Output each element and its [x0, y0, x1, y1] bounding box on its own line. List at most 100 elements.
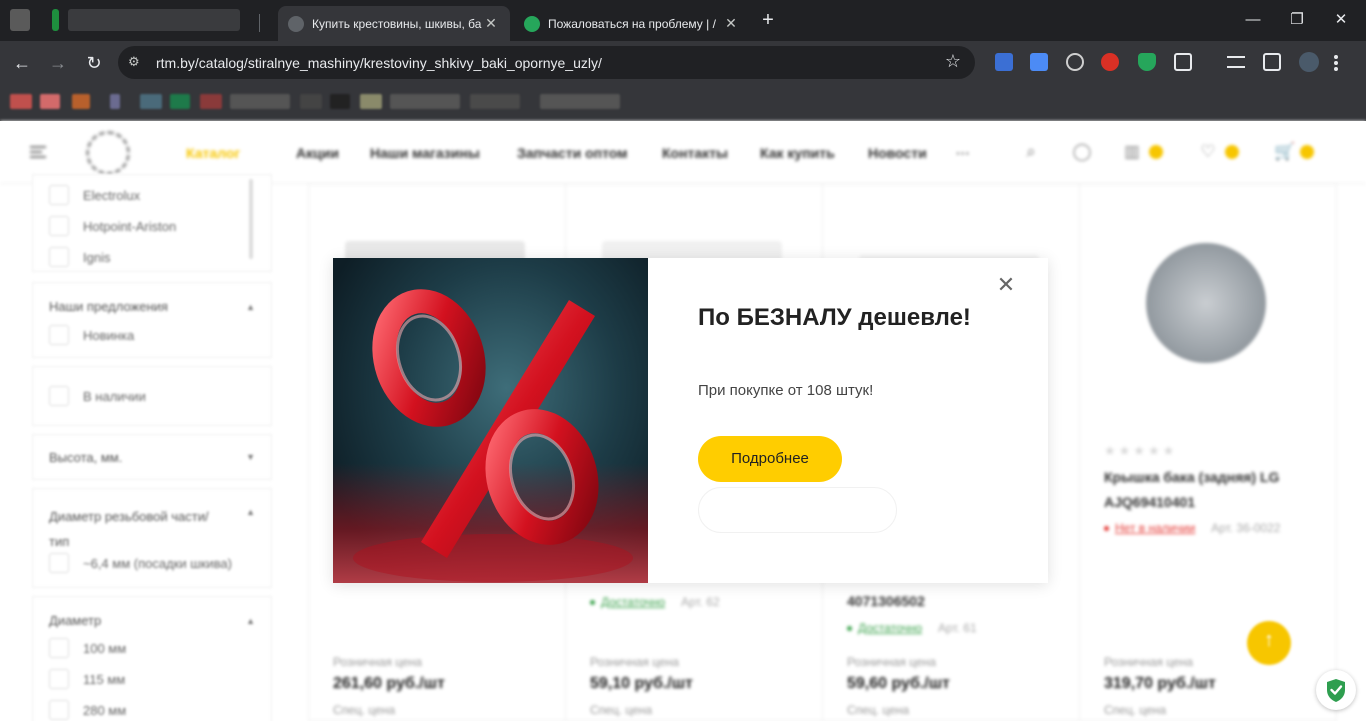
collapse-caret-icon[interactable]: ▲	[246, 302, 255, 312]
bookmark-item[interactable]	[110, 94, 120, 109]
modal-subtitle: При покупке от 108 штук!	[698, 382, 874, 399]
password-manager-icon[interactable]	[995, 53, 1013, 71]
url-text[interactable]: rtm.by/catalog/stiralnye_mashiny/krestov…	[156, 55, 602, 71]
rating-stars[interactable]: ★★★★★	[1104, 443, 1177, 459]
shield-extension-button[interactable]	[1316, 670, 1356, 710]
favorites-icon[interactable]: ♡	[1198, 142, 1218, 162]
bookmark-star-icon[interactable]: ☆	[945, 51, 961, 72]
vpn-icon[interactable]	[1066, 53, 1084, 71]
window-close-button[interactable]: ✕	[1329, 8, 1353, 32]
site-logo[interactable]	[86, 131, 130, 175]
address-bar[interactable]: ⚙ rtm.by/catalog/stiralnye_mashiny/krest…	[118, 46, 975, 79]
filter-option[interactable]: 280 мм	[49, 700, 126, 720]
product-card[interactable]: ★★★★★ Крышка бака (задняя) LG AJQ6941040…	[1079, 184, 1337, 721]
bookmark-item[interactable]	[390, 94, 460, 109]
collapse-caret-icon[interactable]: ▲	[246, 616, 255, 626]
compare-icon[interactable]: ▥	[1122, 142, 1142, 162]
bookmark-item[interactable]	[72, 94, 90, 109]
new-tab-button[interactable]: +	[757, 9, 779, 31]
tab-close-icon[interactable]: ✕	[722, 15, 740, 32]
minimize-button[interactable]: —	[1241, 8, 1265, 32]
media-icon[interactable]	[1227, 56, 1245, 68]
sidebar-icon[interactable]	[1263, 53, 1281, 71]
filter-option[interactable]: Ignis	[49, 247, 110, 267]
stock-label[interactable]: Нет в наличии	[1115, 521, 1195, 535]
checkbox[interactable]	[49, 669, 69, 689]
filter-title[interactable]: Диаметр	[49, 613, 101, 628]
nav-contacts[interactable]: Контакты	[662, 145, 728, 161]
shield-icon[interactable]	[1138, 53, 1156, 71]
modal-close-icon[interactable]: ✕	[996, 274, 1016, 296]
nav-news[interactable]: Новости	[868, 145, 927, 161]
stock-label[interactable]: Достаточно	[601, 595, 665, 609]
filter-option[interactable]: Новинка	[49, 325, 134, 345]
secondary-button[interactable]	[698, 487, 897, 533]
filter-option[interactable]: Hotpoint-Ariston	[49, 216, 176, 236]
more-details-button[interactable]: Подробнее	[698, 436, 842, 482]
stock-dot	[1104, 526, 1109, 532]
bookmark-item[interactable]	[330, 94, 350, 109]
account-icon[interactable]: ◯	[1072, 142, 1092, 162]
product-name[interactable]: Крышка бака (задняя) LG AJQ69410401	[1104, 465, 1314, 515]
bookmark-item[interactable]	[40, 94, 60, 109]
filter-option[interactable]: 100 мм	[49, 638, 126, 658]
nav-wholesale[interactable]: Запчасти оптом	[517, 145, 627, 161]
nav-catalog[interactable]: Каталог	[186, 145, 240, 161]
checkbox[interactable]	[49, 185, 69, 205]
checkbox[interactable]	[49, 553, 69, 573]
bookmark-item[interactable]	[360, 94, 382, 109]
collapse-caret-icon[interactable]: ▲	[246, 507, 255, 517]
bookmark-item[interactable]	[200, 94, 222, 109]
expand-caret-icon[interactable]: ▼	[246, 452, 255, 462]
checkbox[interactable]	[49, 638, 69, 658]
bookmark-item[interactable]	[300, 94, 322, 109]
bookmark-item[interactable]	[230, 94, 290, 109]
checkbox[interactable]	[49, 216, 69, 236]
bookmark-item[interactable]	[470, 94, 520, 109]
filter-option[interactable]: В наличии	[49, 386, 146, 406]
bookmark-item[interactable]	[140, 94, 162, 109]
translate-icon[interactable]	[1030, 53, 1048, 71]
back-button[interactable]: ←	[9, 50, 35, 76]
tab-active[interactable]: Купить крестовины, шкивы, ба ✕	[278, 6, 510, 41]
menu-burger-icon[interactable]	[30, 146, 46, 158]
puzzle-icon[interactable]	[1174, 53, 1192, 71]
bookmark-item[interactable]	[10, 94, 32, 109]
filter-option[interactable]: 115 мм	[49, 669, 125, 689]
bookmark-item[interactable]	[540, 94, 620, 109]
reload-button[interactable]: ↻	[81, 50, 107, 76]
product-name[interactable]: 4071306502	[847, 589, 1057, 614]
filter-option[interactable]: ~6,4 мм (посадки шкива)	[49, 553, 232, 573]
product-image[interactable]	[1146, 243, 1266, 363]
filter-option-label: В наличии	[83, 388, 146, 404]
blurred-tab-favicon[interactable]	[52, 9, 59, 31]
filter-title[interactable]: Высота, мм.	[49, 450, 122, 465]
site-info-icon[interactable]: ⚙	[128, 54, 146, 70]
checkbox[interactable]	[49, 325, 69, 345]
filter-scrollbar[interactable]	[249, 179, 253, 259]
nav-more-icon[interactable]: ···	[956, 145, 970, 161]
stock-label[interactable]: Достаточно	[858, 621, 922, 635]
forward-button[interactable]: →	[45, 50, 71, 76]
blurred-tab-title[interactable]	[68, 9, 240, 31]
nav-promotions[interactable]: Акции	[296, 145, 339, 161]
tab-close-icon[interactable]: ✕	[482, 15, 500, 32]
profile-icon[interactable]	[1299, 52, 1319, 72]
tab-inactive[interactable]: Пожаловаться на проблему | / ✕	[514, 6, 750, 41]
nav-how-to-buy[interactable]: Как купить	[760, 145, 835, 161]
scroll-to-top-button[interactable]	[1247, 621, 1291, 665]
search-icon[interactable]: ⌕	[1021, 142, 1041, 162]
menu-icon[interactable]	[1334, 55, 1338, 71]
checkbox[interactable]	[49, 386, 69, 406]
filter-option[interactable]: Electrolux	[49, 185, 140, 205]
filter-title[interactable]: Диаметр резьбовой части/тип	[49, 504, 219, 554]
help-icon[interactable]	[1101, 53, 1119, 71]
bookmark-item[interactable]	[170, 94, 190, 109]
maximize-button[interactable]: ❐	[1285, 8, 1309, 32]
blurred-tab-favicon[interactable]	[10, 9, 30, 31]
checkbox[interactable]	[49, 247, 69, 267]
filter-title[interactable]: Наши предложения	[49, 299, 168, 314]
checkbox[interactable]	[49, 700, 69, 720]
nav-stores[interactable]: Наши магазины	[370, 145, 480, 161]
cart-icon[interactable]: 🛒	[1274, 142, 1295, 162]
